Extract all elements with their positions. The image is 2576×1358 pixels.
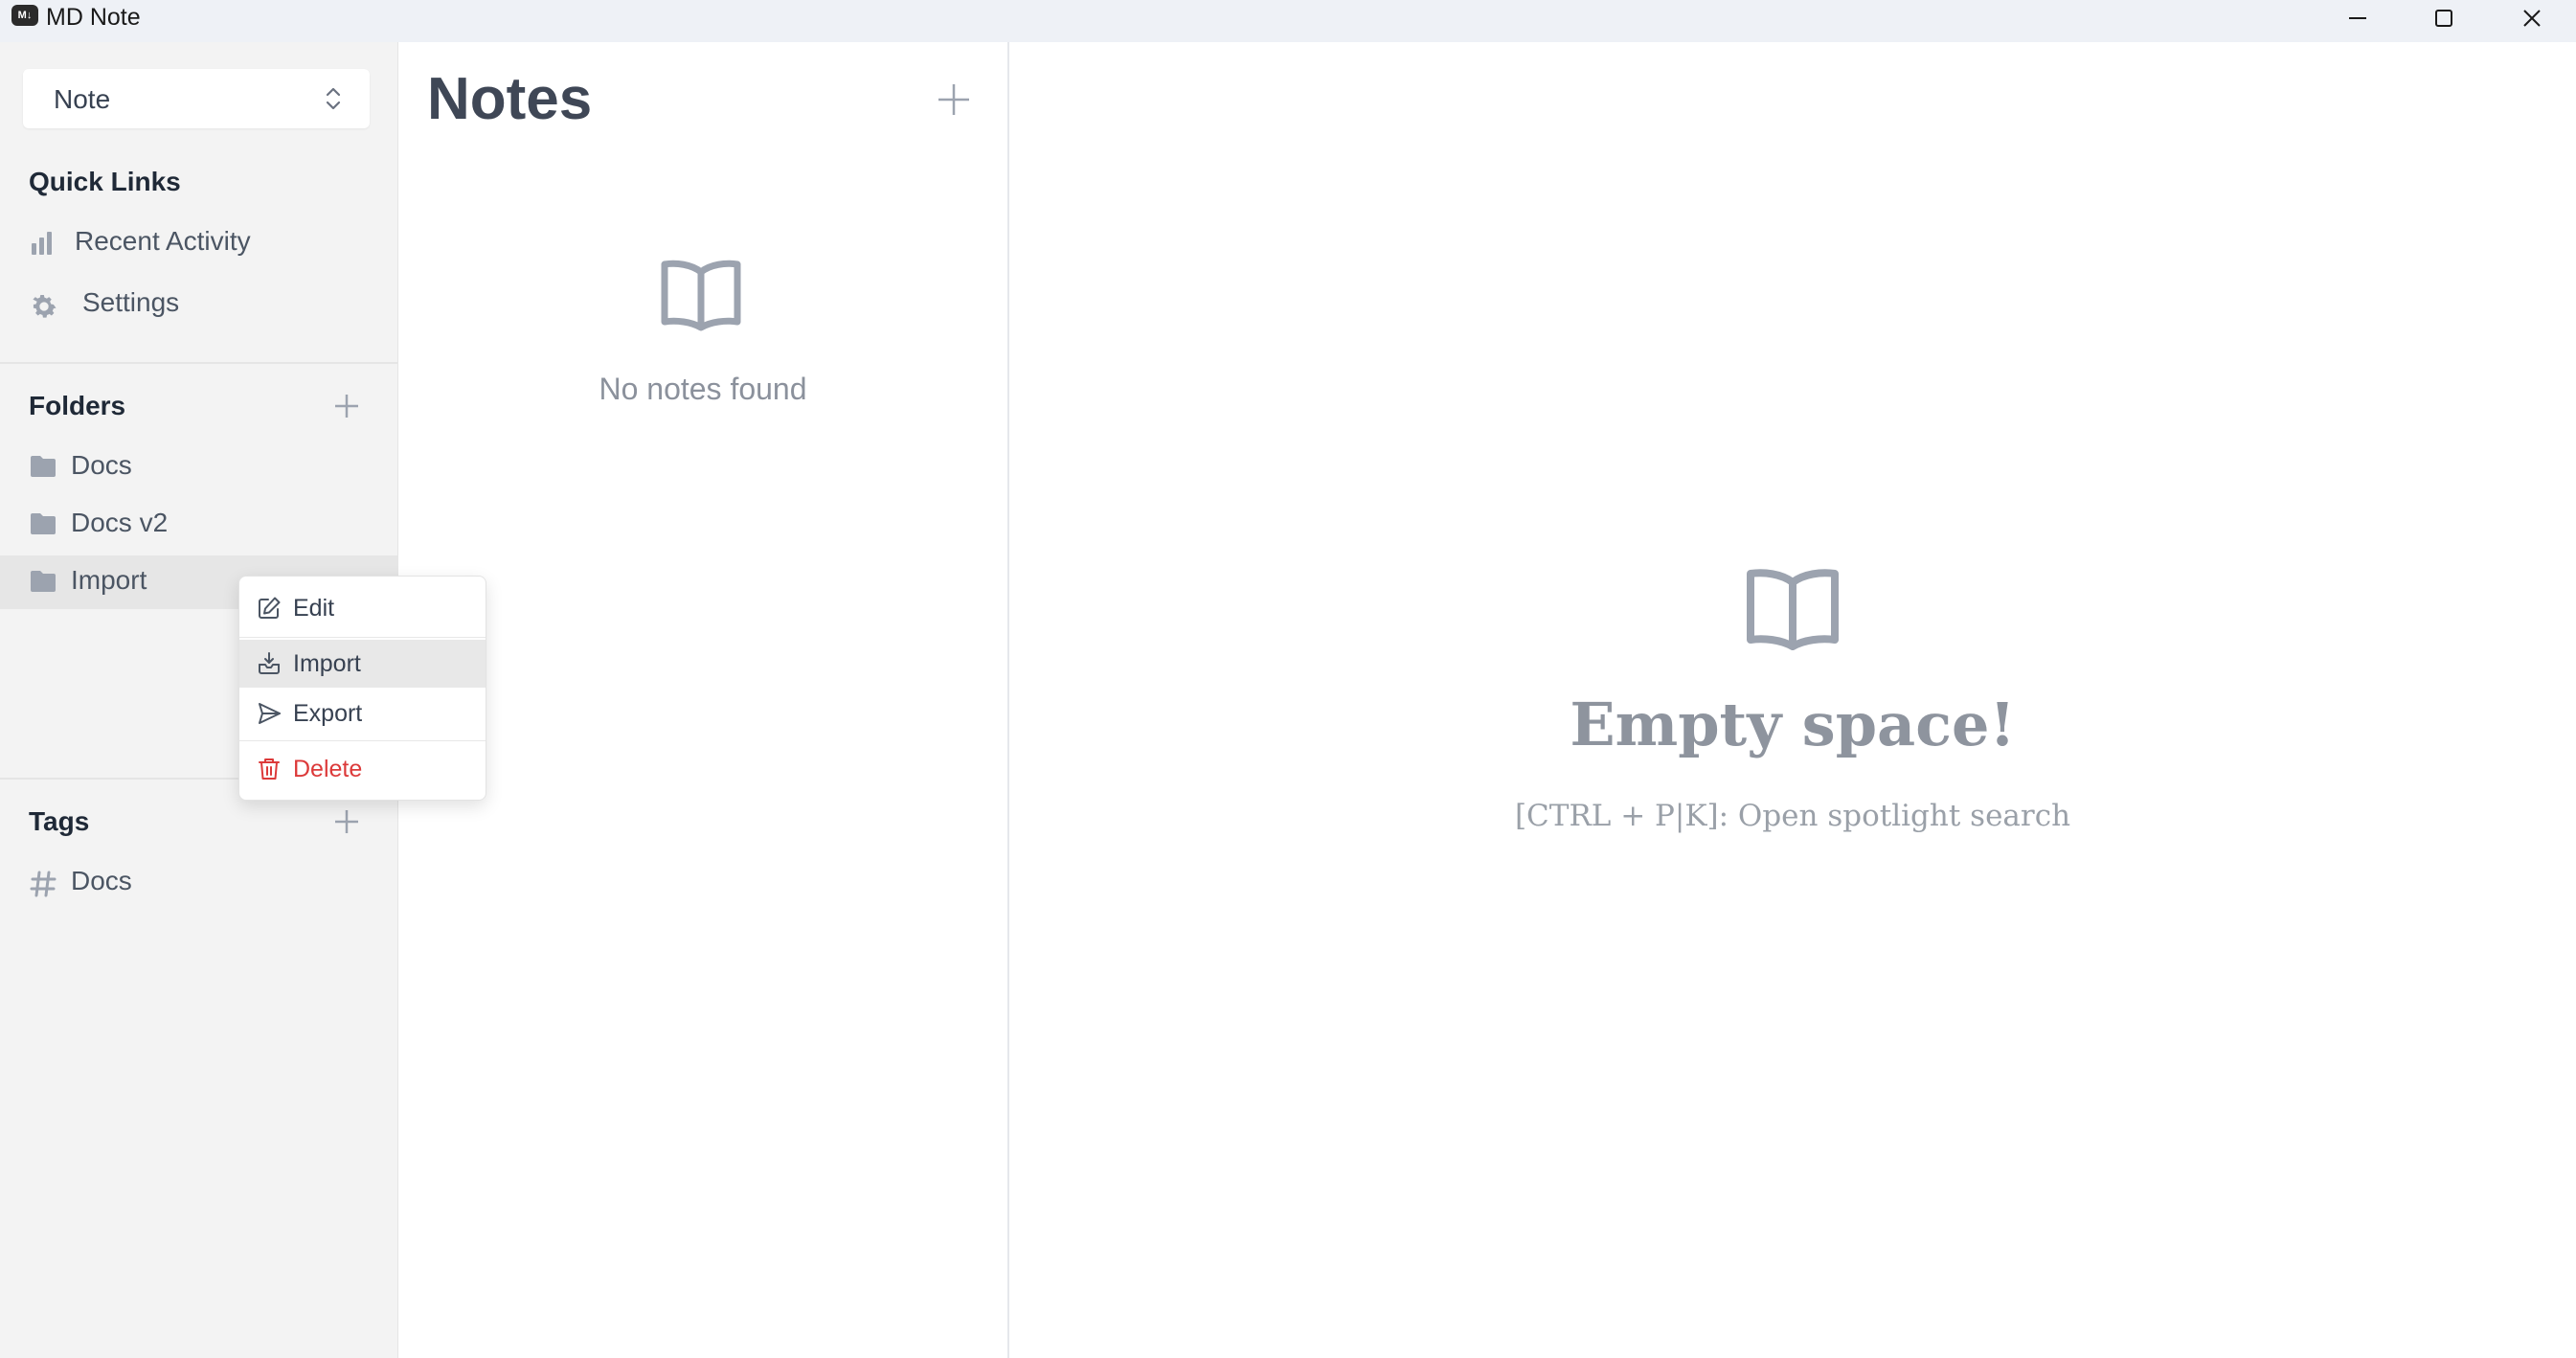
inbox-arrow-icon [259,652,280,674]
folder-context-menu: Edit Import Export Delete [238,576,486,801]
folder-item-label: Docs [71,450,132,480]
menu-item-delete[interactable]: Delete [239,745,486,793]
pencil-square-icon [259,597,281,619]
sidebar-item-settings[interactable]: Settings [0,278,397,331]
app-logo: M↓ [11,5,38,26]
chevron-up-down-icon [326,87,341,110]
menu-separator [239,637,486,638]
book-icon [1747,569,1839,650]
no-notes-message: No notes found [599,372,807,406]
folder-icon [31,513,56,534]
menu-item-import[interactable]: Import [239,640,486,688]
sidebar-item-recent-activity[interactable]: Recent Activity [0,216,397,270]
paper-plane-icon [259,703,281,724]
hash-icon [30,871,56,897]
tag-item-docs[interactable]: Docs [0,856,397,910]
title-bar: M↓ MD Note [0,0,2576,42]
add-folder-button[interactable] [329,389,364,423]
folder-item-docs[interactable]: Docs [0,441,397,494]
empty-state-hint: [CTRL + P|K]: Open spotlight search [1514,799,2071,833]
plus-icon [335,395,358,418]
menu-item-label: Import [293,650,361,677]
menu-item-label: Export [293,700,363,727]
folder-icon [31,571,56,592]
tags-title: Tags [29,806,90,836]
tag-item-label: Docs [71,866,132,895]
maximize-icon [2435,10,2452,27]
folder-icon [31,456,56,477]
sidebar-divider [0,362,397,364]
folder-item-label: Docs v2 [71,508,169,537]
sidebar-item-label: Settings [82,287,180,317]
add-tag-button[interactable] [329,804,364,839]
bar-chart-icon [32,232,52,255]
folders-title: Folders [29,391,126,420]
plus-icon [335,810,358,833]
minimize-icon [2349,17,2366,19]
minimize-button[interactable] [2314,0,2402,36]
close-button[interactable] [2488,0,2576,36]
menu-item-edit[interactable]: Edit [239,584,486,632]
sidebar-item-label: Recent Activity [75,226,251,256]
notes-title: Notes [427,66,593,132]
menu-separator [239,740,486,741]
type-select-value: Note [54,84,111,114]
gear-icon [33,295,56,318]
maximize-button[interactable] [2400,0,2488,36]
trash-icon [259,758,280,780]
close-icon [2523,10,2541,27]
notes-panel: Notes No notes found [398,42,1009,1358]
editor-area: Empty space! [CTRL + P|K]: Open spotligh… [1009,42,2576,1358]
plus-icon [938,84,969,115]
menu-item-label: Edit [293,595,335,622]
window-title: MD Note [46,4,141,31]
type-select[interactable]: Note [23,69,370,128]
folder-item-label: Import [71,565,147,595]
add-note-button[interactable] [935,80,973,124]
menu-item-export[interactable]: Export [239,690,486,737]
menu-item-label: Delete [293,756,363,782]
folder-item-docs-v2[interactable]: Docs v2 [0,498,397,552]
empty-state-title: Empty space! [1570,690,2016,759]
book-icon [661,260,741,331]
quick-links-title: Quick Links [29,167,181,196]
